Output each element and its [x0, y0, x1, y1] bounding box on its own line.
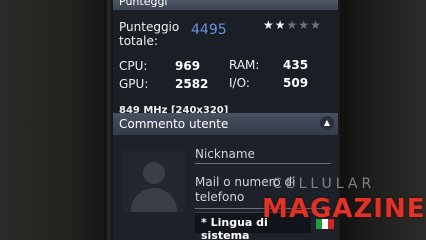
chevron-up-icon[interactable]: ▲ [320, 116, 334, 130]
watermark-top-text: CELLULAR [272, 176, 376, 192]
star-empty-icon: ★ [286, 18, 299, 32]
watermark-logo: CELLULAR MAGAZINE [262, 176, 426, 236]
io-value: 509 [283, 76, 309, 90]
star-filled-icon: ★ [274, 18, 287, 32]
cpu-value: 969 [175, 59, 201, 73]
ram-label: RAM: [229, 58, 260, 72]
scores-header: Punteggi [113, 0, 338, 10]
star-filled-icon: ★ [263, 18, 275, 32]
score-panel: Punteggio totale: 4495 ★★★★★ CPU: 969 RA… [113, 10, 338, 116]
ram-value: 435 [283, 58, 309, 72]
star-empty-icon: ★ [310, 18, 322, 32]
nickname-underline [195, 163, 331, 164]
background-left [0, 0, 110, 240]
gpu-label: GPU: [119, 77, 149, 91]
scores-header-title: Punteggi [119, 0, 168, 8]
comment-section-header[interactable]: Commento utente ▲ [113, 113, 338, 135]
comment-section-title: Commento utente [119, 117, 229, 131]
watermark-main-text: MAGAZINE [262, 194, 426, 224]
rating-stars: ★★★★★ [263, 18, 322, 32]
star-empty-icon: ★ [298, 18, 311, 32]
cpu-label: CPU: [119, 59, 148, 73]
avatar[interactable] [123, 150, 185, 212]
io-label: I/O: [229, 76, 250, 90]
nickname-field[interactable]: Nickname [195, 147, 331, 161]
person-body-shape [131, 188, 177, 212]
gpu-value: 2582 [175, 77, 209, 91]
person-silhouette-icon [143, 162, 165, 184]
total-score-value: 4495 [191, 22, 227, 38]
total-score-label: Punteggio totale: [119, 20, 180, 48]
